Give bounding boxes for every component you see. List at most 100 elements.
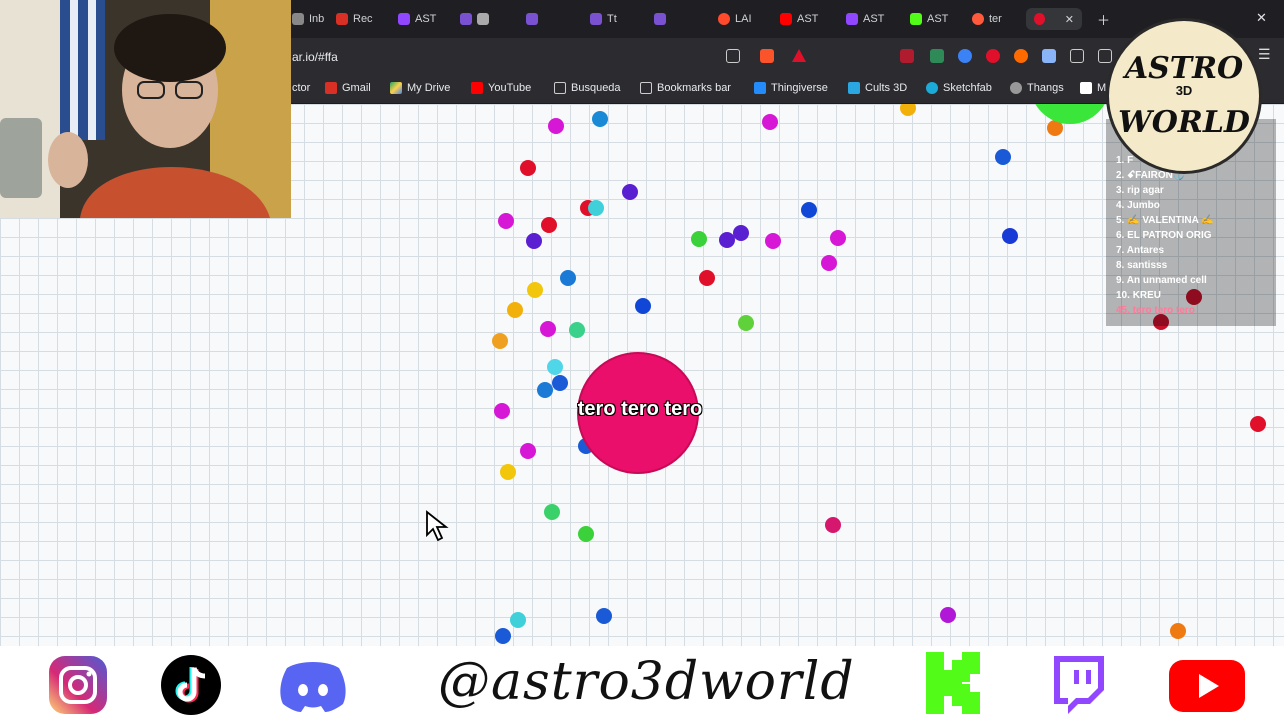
- food-pellet: [762, 114, 778, 130]
- social-bar: @astro3dworld: [0, 646, 1284, 720]
- tab-active[interactable]: ✕: [1026, 8, 1082, 30]
- w-icon: [1080, 82, 1092, 94]
- food-pellet: [995, 149, 1011, 165]
- tab[interactable]: [460, 8, 489, 30]
- new-tab-icon[interactable]: ＋: [1097, 10, 1110, 29]
- extension-icon[interactable]: [900, 49, 914, 63]
- tab[interactable]: Inb: [292, 8, 324, 30]
- webcam-overlay: [0, 0, 291, 218]
- bookmark[interactable]: Thingiverse: [754, 82, 828, 94]
- twitch-icon: [846, 13, 858, 25]
- kick-icon: [910, 13, 922, 25]
- share-icon[interactable]: [726, 49, 740, 63]
- thingiverse-icon: [754, 82, 766, 94]
- food-pellet: [544, 504, 560, 520]
- food-pellet: [830, 230, 846, 246]
- extension-icon[interactable]: [986, 49, 1000, 63]
- bookmark[interactable]: Gmail: [325, 82, 371, 94]
- tab[interactable]: AST: [398, 8, 436, 30]
- streamer-video: [0, 0, 291, 218]
- sketchfab-icon: [926, 82, 938, 94]
- crown-icon: [654, 13, 666, 25]
- close-tab-icon[interactable]: ✕: [1065, 13, 1074, 26]
- tab[interactable]: Rec: [336, 8, 373, 30]
- inbox-icon: [292, 13, 304, 25]
- kick-icon[interactable]: [924, 650, 982, 716]
- tab[interactable]: LAI: [718, 8, 752, 30]
- leaderboard-row: 3. rip agar: [1116, 185, 1164, 196]
- bookmark[interactable]: M: [1080, 82, 1106, 94]
- brave-shield-icon[interactable]: [760, 49, 774, 63]
- url-text[interactable]: ar.io/#ffa: [292, 50, 338, 64]
- leaderboard-row: 10. KREU: [1116, 290, 1162, 301]
- extension-icon[interactable]: [930, 49, 944, 63]
- bookmark[interactable]: ctor: [292, 82, 310, 94]
- food-pellet: [825, 517, 841, 533]
- bookmark[interactable]: Cults 3D: [848, 82, 907, 94]
- tab[interactable]: Tt: [590, 8, 617, 30]
- bookmark[interactable]: YouTube: [471, 82, 531, 94]
- gmail-icon: [336, 13, 348, 25]
- folder-icon: [554, 82, 566, 94]
- food-pellet: [495, 628, 511, 644]
- food-pellet: [537, 382, 553, 398]
- food-pellet: [578, 526, 594, 542]
- food-pellet: [560, 270, 576, 286]
- crown-icon: [526, 13, 538, 25]
- cube-icon: [477, 13, 489, 25]
- food-pellet: [498, 213, 514, 229]
- food-pellet: [547, 359, 563, 375]
- leaderboard-row: 5. ✍ VALENTINA ✍: [1116, 215, 1214, 226]
- tab[interactable]: ter: [972, 8, 1002, 30]
- food-pellet: [520, 160, 536, 176]
- screen: Inb Rec AST Tt LAI AST AST AST ter ✕ ＋ ✕…: [0, 0, 1284, 720]
- bookmark[interactable]: Sketchfab: [926, 82, 992, 94]
- food-pellet: [1002, 228, 1018, 244]
- enemy-cell: [1030, 104, 1110, 124]
- food-pellet: [1170, 623, 1186, 639]
- close-window-icon[interactable]: ✕: [1256, 10, 1267, 26]
- food-pellet: [733, 225, 749, 241]
- extension-icon[interactable]: [958, 49, 972, 63]
- bookmark[interactable]: Bookmarks bar: [640, 82, 731, 94]
- agar-icon: [1034, 13, 1045, 25]
- food-pellet: [596, 608, 612, 624]
- tab[interactable]: AST: [846, 8, 884, 30]
- instagram-icon[interactable]: [47, 654, 109, 716]
- twitch-icon[interactable]: [1046, 654, 1108, 716]
- food-pellet: [622, 184, 638, 200]
- youtube-icon[interactable]: [1167, 654, 1247, 716]
- mouse-cursor-icon: [426, 510, 449, 542]
- hexagon-icon: [460, 13, 472, 25]
- tab[interactable]: AST: [780, 8, 818, 30]
- extension-icon[interactable]: [1042, 49, 1056, 63]
- food-pellet: [541, 217, 557, 233]
- discord-icon[interactable]: [275, 654, 351, 716]
- food-pellet: [494, 403, 510, 419]
- food-pellet: [900, 104, 916, 116]
- food-pellet: [738, 315, 754, 331]
- bookmark[interactable]: Thangs: [1010, 82, 1064, 94]
- brave-rewards-icon[interactable]: [792, 49, 806, 62]
- food-pellet: [500, 464, 516, 480]
- player-name: tero tero tero: [577, 398, 703, 420]
- bookmark[interactable]: Busqueda: [554, 82, 621, 94]
- extension-icon[interactable]: [1014, 49, 1028, 63]
- menu-icon[interactable]: ☰: [1258, 46, 1272, 62]
- bookmark[interactable]: My Drive: [390, 82, 450, 94]
- tiktok-icon[interactable]: [160, 654, 222, 716]
- tab[interactable]: AST: [910, 8, 948, 30]
- food-pellet: [699, 270, 715, 286]
- thangs-icon: [1010, 82, 1022, 94]
- leaderboard-row: 6. EL PATRON ORIG: [1116, 230, 1212, 241]
- food-pellet: [520, 443, 536, 459]
- leaderboard-row-self: 45. tero tero tero: [1116, 305, 1195, 316]
- food-pellet: [801, 202, 817, 218]
- drive-icon: [390, 82, 402, 94]
- puzzle-icon[interactable]: [1070, 49, 1084, 63]
- food-pellet: [940, 607, 956, 623]
- tab[interactable]: [654, 8, 666, 30]
- social-handle: @astro3dworld: [438, 652, 855, 712]
- food-pellet: [635, 298, 651, 314]
- tab[interactable]: [526, 8, 538, 30]
